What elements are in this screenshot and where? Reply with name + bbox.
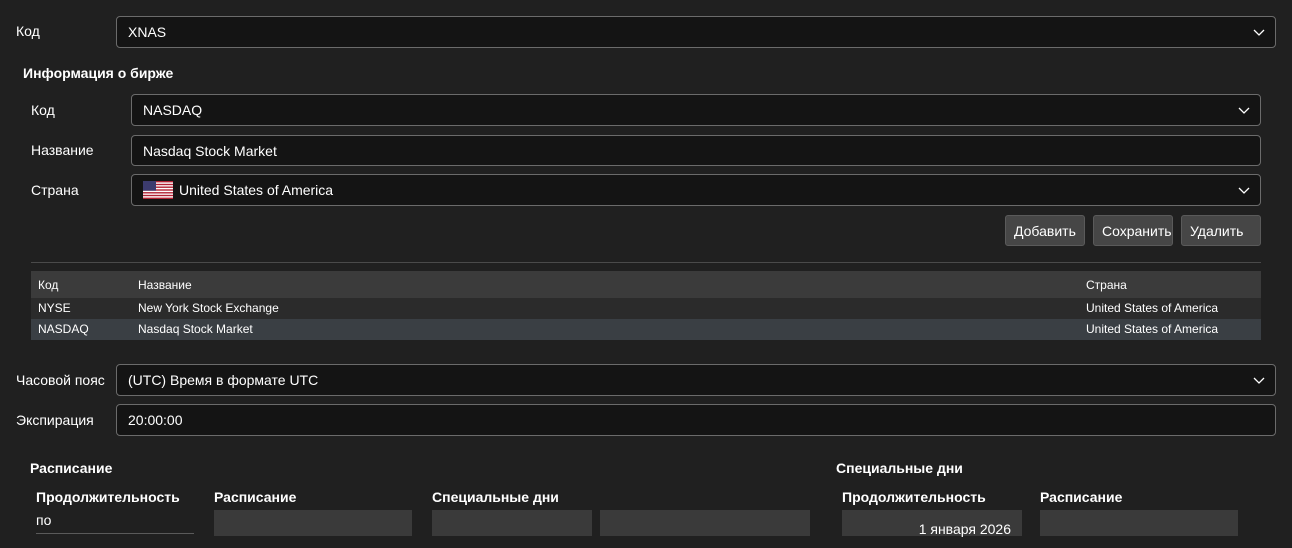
code-select[interactable]: XNAS xyxy=(116,16,1276,48)
exchanges-table: Код Название Страна NYSE New York Stock … xyxy=(31,271,1261,340)
divider xyxy=(31,262,1261,263)
delete-button[interactable]: Удалить xyxy=(1181,215,1261,246)
code-label: Код xyxy=(16,23,40,39)
chevron-down-icon xyxy=(1238,187,1250,194)
cell-country: United States of America xyxy=(1086,322,1219,336)
cell-code: NASDAQ xyxy=(38,322,89,336)
special-days-col-duration: Продолжительность xyxy=(842,489,986,505)
cell-name: Nasdaq Stock Market xyxy=(138,322,253,336)
country-select[interactable]: United States of America xyxy=(131,174,1261,206)
exchange-code-label: Код xyxy=(31,102,55,118)
table-row[interactable]: NYSE New York Stock Exchange United Stat… xyxy=(31,298,1261,319)
us-flag-icon xyxy=(143,181,173,199)
column-header-name[interactable]: Название xyxy=(138,271,192,300)
country-label: Страна xyxy=(31,182,79,198)
code-select-value: XNAS xyxy=(128,24,167,40)
special-days-list[interactable] xyxy=(432,510,592,536)
timezone-label: Часовой пояс xyxy=(16,372,105,388)
exchange-name-label: Название xyxy=(31,142,94,158)
schedule-duration-value: по xyxy=(36,512,52,528)
expiration-field[interactable] xyxy=(128,412,1275,428)
schedule-title: Расписание xyxy=(30,460,113,476)
schedule-list[interactable] xyxy=(214,510,412,536)
add-button[interactable]: Добавить xyxy=(1005,215,1085,246)
special-day-date-value: 1 января 2026 xyxy=(918,521,1011,537)
column-header-country[interactable]: Страна xyxy=(1086,271,1127,300)
exchange-name-field[interactable] xyxy=(143,142,1260,159)
exchange-info-title: Информация о бирже xyxy=(23,65,174,81)
column-header-code[interactable]: Код xyxy=(38,271,58,300)
cell-country: United States of America xyxy=(1086,301,1219,315)
special-days-detail[interactable] xyxy=(600,510,810,536)
cell-code: NYSE xyxy=(38,301,71,315)
schedule-col-schedule: Расписание xyxy=(214,489,297,505)
schedule-col-duration: Продолжительность xyxy=(36,489,180,505)
schedule-col-special-days: Специальные дни xyxy=(432,489,559,505)
duration-underline xyxy=(36,533,194,534)
expiration-input[interactable] xyxy=(116,404,1276,436)
cell-name: New York Stock Exchange xyxy=(138,301,279,315)
special-day-date-field[interactable]: 1 января 2026 xyxy=(842,510,1022,537)
expiration-label: Экспирация xyxy=(16,412,94,428)
special-day-schedule-list[interactable] xyxy=(1040,510,1238,536)
chevron-down-icon xyxy=(1253,377,1265,384)
special-days-col-schedule: Расписание xyxy=(1040,489,1123,505)
save-button[interactable]: Сохранить xyxy=(1093,215,1173,246)
chevron-down-icon xyxy=(1253,29,1265,36)
country-value: United States of America xyxy=(179,182,334,198)
exchange-name-input[interactable] xyxy=(131,135,1261,166)
timezone-select[interactable]: (UTC) Время в формате UTC xyxy=(116,364,1276,396)
table-row-selected[interactable]: NASDAQ Nasdaq Stock Market United States… xyxy=(31,319,1261,340)
chevron-down-icon xyxy=(1238,107,1250,114)
exchange-code-value: NASDAQ xyxy=(143,102,203,118)
special-days-title: Специальные дни xyxy=(836,460,963,476)
timezone-value: (UTC) Время в формате UTC xyxy=(128,372,319,388)
table-header: Код Название Страна xyxy=(31,271,1261,298)
exchange-code-select[interactable]: NASDAQ xyxy=(131,94,1261,126)
